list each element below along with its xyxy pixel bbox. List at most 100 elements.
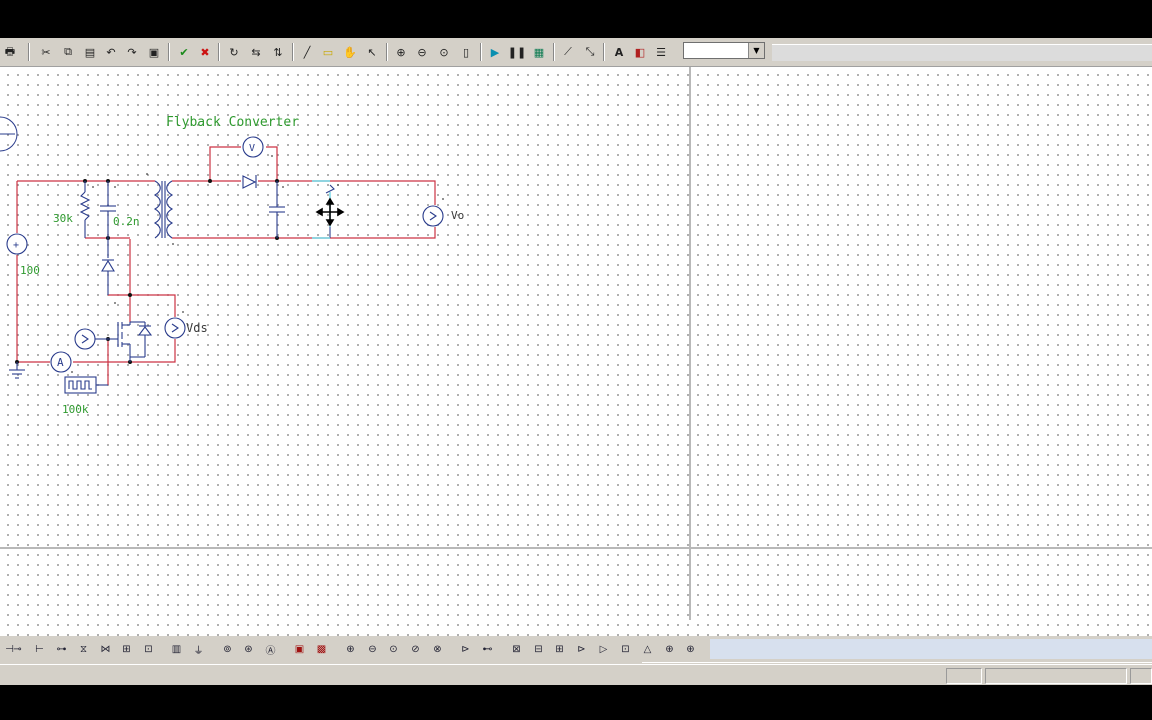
redo-icon[interactable]: ↷ bbox=[122, 42, 142, 62]
mosfet-element-icon[interactable]: ▥ bbox=[167, 640, 186, 658]
current-source-icon[interactable]: ⊛ bbox=[239, 640, 258, 658]
copy-icon[interactable]: ⧉ bbox=[58, 42, 78, 62]
properties-icon[interactable]: ☰ bbox=[651, 42, 671, 62]
source-value-label: 100 bbox=[20, 264, 40, 277]
check-icon[interactable]: ✔ bbox=[174, 42, 194, 62]
element-palette: ⊣ ⊸ ⊢ ⊶ ⧖ ⋈ ⊞ ⊡ ▥ ⏚ ⊚ ⊛ Ⓐ ▣ ▩ ⊕ ⊖ ⊙ ⊘ ⊗ … bbox=[0, 636, 1152, 662]
voltage-source-icon[interactable]: ⊚ bbox=[218, 640, 237, 658]
toolbar-separator bbox=[603, 43, 605, 61]
wires bbox=[16, 146, 436, 385]
gain-element-icon[interactable]: ⊙ bbox=[384, 640, 403, 658]
print-icon[interactable]: 🖶 bbox=[0, 42, 20, 62]
clamp-diode bbox=[101, 259, 115, 272]
toolbar-filler bbox=[772, 44, 1152, 61]
filter-block-icon[interactable]: ⊡ bbox=[616, 640, 635, 658]
select-arrow-icon[interactable]: ↖ bbox=[362, 42, 382, 62]
toolbar-separator bbox=[28, 43, 30, 61]
divider-element-icon[interactable]: ⊗ bbox=[428, 640, 447, 658]
page-icon[interactable]: ▯ bbox=[456, 42, 476, 62]
rotate-icon[interactable]: ↻ bbox=[224, 42, 244, 62]
pwm-block-icon[interactable]: ⊳ bbox=[572, 640, 591, 658]
status-pane bbox=[985, 668, 1127, 684]
zoom-select[interactable]: ▼ bbox=[683, 42, 765, 59]
close-icon[interactable]: ✖ bbox=[195, 42, 215, 62]
inductor-element-icon[interactable]: ⊸ bbox=[8, 640, 27, 658]
mosfet-body-diode bbox=[137, 326, 153, 336]
run-simulation-icon[interactable]: ▶ bbox=[485, 42, 505, 62]
gate-frequency-label: 100k bbox=[62, 403, 89, 416]
zoom-out-icon[interactable]: ⊖ bbox=[412, 42, 432, 62]
text-tool-icon[interactable]: A bbox=[609, 42, 629, 62]
switch-element-icon[interactable]: ⊞ bbox=[117, 640, 136, 658]
pause-icon[interactable]: ❚❚ bbox=[507, 42, 527, 62]
undo-icon[interactable]: ↶ bbox=[101, 42, 121, 62]
schematic-svg: Flyback Converter 30k 0.2n 100 100k Vds … bbox=[0, 67, 1152, 620]
vds-probe-label: Vds bbox=[186, 321, 208, 335]
limiter-block-icon[interactable]: ⊞ bbox=[550, 640, 569, 658]
vds-probe-symbol bbox=[164, 317, 186, 339]
logic-element-icon[interactable]: ⊷ bbox=[478, 640, 497, 658]
clipboard-icon[interactable]: ▣ bbox=[144, 42, 164, 62]
main-toolbar: 🖶 ✂ ⧉ ▤ ↶ ↷ ▣ ✔ ✖ ↻ ⇆ ⇅ ╱ ▭ ✋ ↖ ⊕ ⊖ ⊙ ▯ … bbox=[0, 38, 1152, 67]
move-cursor-icon bbox=[315, 197, 345, 227]
flip-horizontal-icon[interactable]: ⇆ bbox=[246, 42, 266, 62]
label-tool-icon[interactable]: ▭ bbox=[318, 42, 338, 62]
toolbar-separator bbox=[168, 43, 170, 61]
capacitor-value-label: 0.2n bbox=[113, 215, 140, 228]
extra-block-icon[interactable]: ⊕ bbox=[681, 640, 700, 658]
node-marks bbox=[71, 155, 444, 373]
schematic-canvas[interactable]: Flyback Converter 30k 0.2n 100 100k Vds … bbox=[0, 67, 1152, 665]
probe-element-icon[interactable]: ⊕ bbox=[341, 640, 360, 658]
zoom-in-icon[interactable]: ⊕ bbox=[391, 42, 411, 62]
zener-element-icon[interactable]: ⧖ bbox=[74, 640, 93, 658]
zoom-fit-icon[interactable]: ⊙ bbox=[434, 42, 454, 62]
toolbar-separator bbox=[292, 43, 294, 61]
paste-icon[interactable]: ▤ bbox=[80, 42, 100, 62]
status-pane bbox=[946, 668, 982, 684]
control-block-icon[interactable]: ⊠ bbox=[507, 640, 526, 658]
summer-element-icon[interactable]: ⊖ bbox=[363, 640, 382, 658]
pi-block-icon[interactable]: ▷ bbox=[594, 640, 613, 658]
ground-element-icon[interactable]: ⏚ bbox=[189, 640, 208, 658]
vo-probe-symbol bbox=[422, 205, 444, 227]
meter-element-icon[interactable]: ▩ bbox=[312, 640, 331, 658]
status-pane bbox=[1130, 668, 1152, 684]
sensor-block-icon[interactable]: ⊕ bbox=[660, 640, 679, 658]
gate-probe-symbol bbox=[74, 328, 96, 350]
flip-vertical-icon[interactable]: ⇅ bbox=[268, 42, 288, 62]
diagonal-icon[interactable]: ⤡ bbox=[580, 42, 600, 62]
wire-tool-icon[interactable]: ╱ bbox=[297, 42, 317, 62]
bjt-element-icon[interactable]: ⊡ bbox=[139, 640, 158, 658]
simulator-window: 🖶 ✂ ⧉ ▤ ↶ ↷ ▣ ✔ ✖ ↻ ⇆ ⇅ ╱ ▭ ✋ ↖ ⊕ ⊖ ⊙ ▯ … bbox=[0, 38, 1152, 685]
chevron-down-icon[interactable]: ▼ bbox=[748, 43, 764, 58]
integrator-element-icon[interactable]: ⊘ bbox=[406, 640, 425, 658]
thyristor-element-icon[interactable]: ⋈ bbox=[96, 640, 115, 658]
schematic-title: Flyback Converter bbox=[166, 115, 299, 130]
capacitor-element-icon[interactable]: ⊢ bbox=[30, 640, 49, 658]
scope-icon[interactable]: ▦ bbox=[529, 42, 549, 62]
components bbox=[6, 136, 444, 394]
voltmeter-label: V bbox=[249, 143, 255, 154]
output-diode bbox=[242, 175, 257, 189]
transformer-secondary bbox=[166, 180, 174, 239]
cut-icon[interactable]: ✂ bbox=[36, 42, 56, 62]
line-icon[interactable]: ⟋ bbox=[558, 42, 578, 62]
resistor-value-label: 30k bbox=[53, 212, 73, 225]
toolbar-separator bbox=[218, 43, 220, 61]
load-resistor bbox=[325, 184, 335, 194]
ammeter-label: A bbox=[57, 356, 64, 369]
scope-element-icon[interactable]: ▣ bbox=[290, 640, 309, 658]
function-block-icon[interactable]: ⊟ bbox=[529, 640, 548, 658]
ammeter-element-icon[interactable]: Ⓐ bbox=[261, 640, 280, 658]
comparator-element-icon[interactable]: ⊳ bbox=[456, 640, 475, 658]
toolbar-separator bbox=[553, 43, 555, 61]
toolbar-separator bbox=[480, 43, 482, 61]
dc-source-polarity: + bbox=[13, 240, 19, 251]
output-block-icon[interactable]: △ bbox=[638, 640, 657, 658]
color-icon[interactable]: ◧ bbox=[630, 42, 650, 62]
vo-probe-label: Vo bbox=[451, 209, 464, 222]
diode-element-icon[interactable]: ⊶ bbox=[52, 640, 71, 658]
palette-filler bbox=[710, 639, 1152, 659]
pan-hand-icon[interactable]: ✋ bbox=[340, 42, 360, 62]
transformer-primary bbox=[153, 180, 161, 239]
